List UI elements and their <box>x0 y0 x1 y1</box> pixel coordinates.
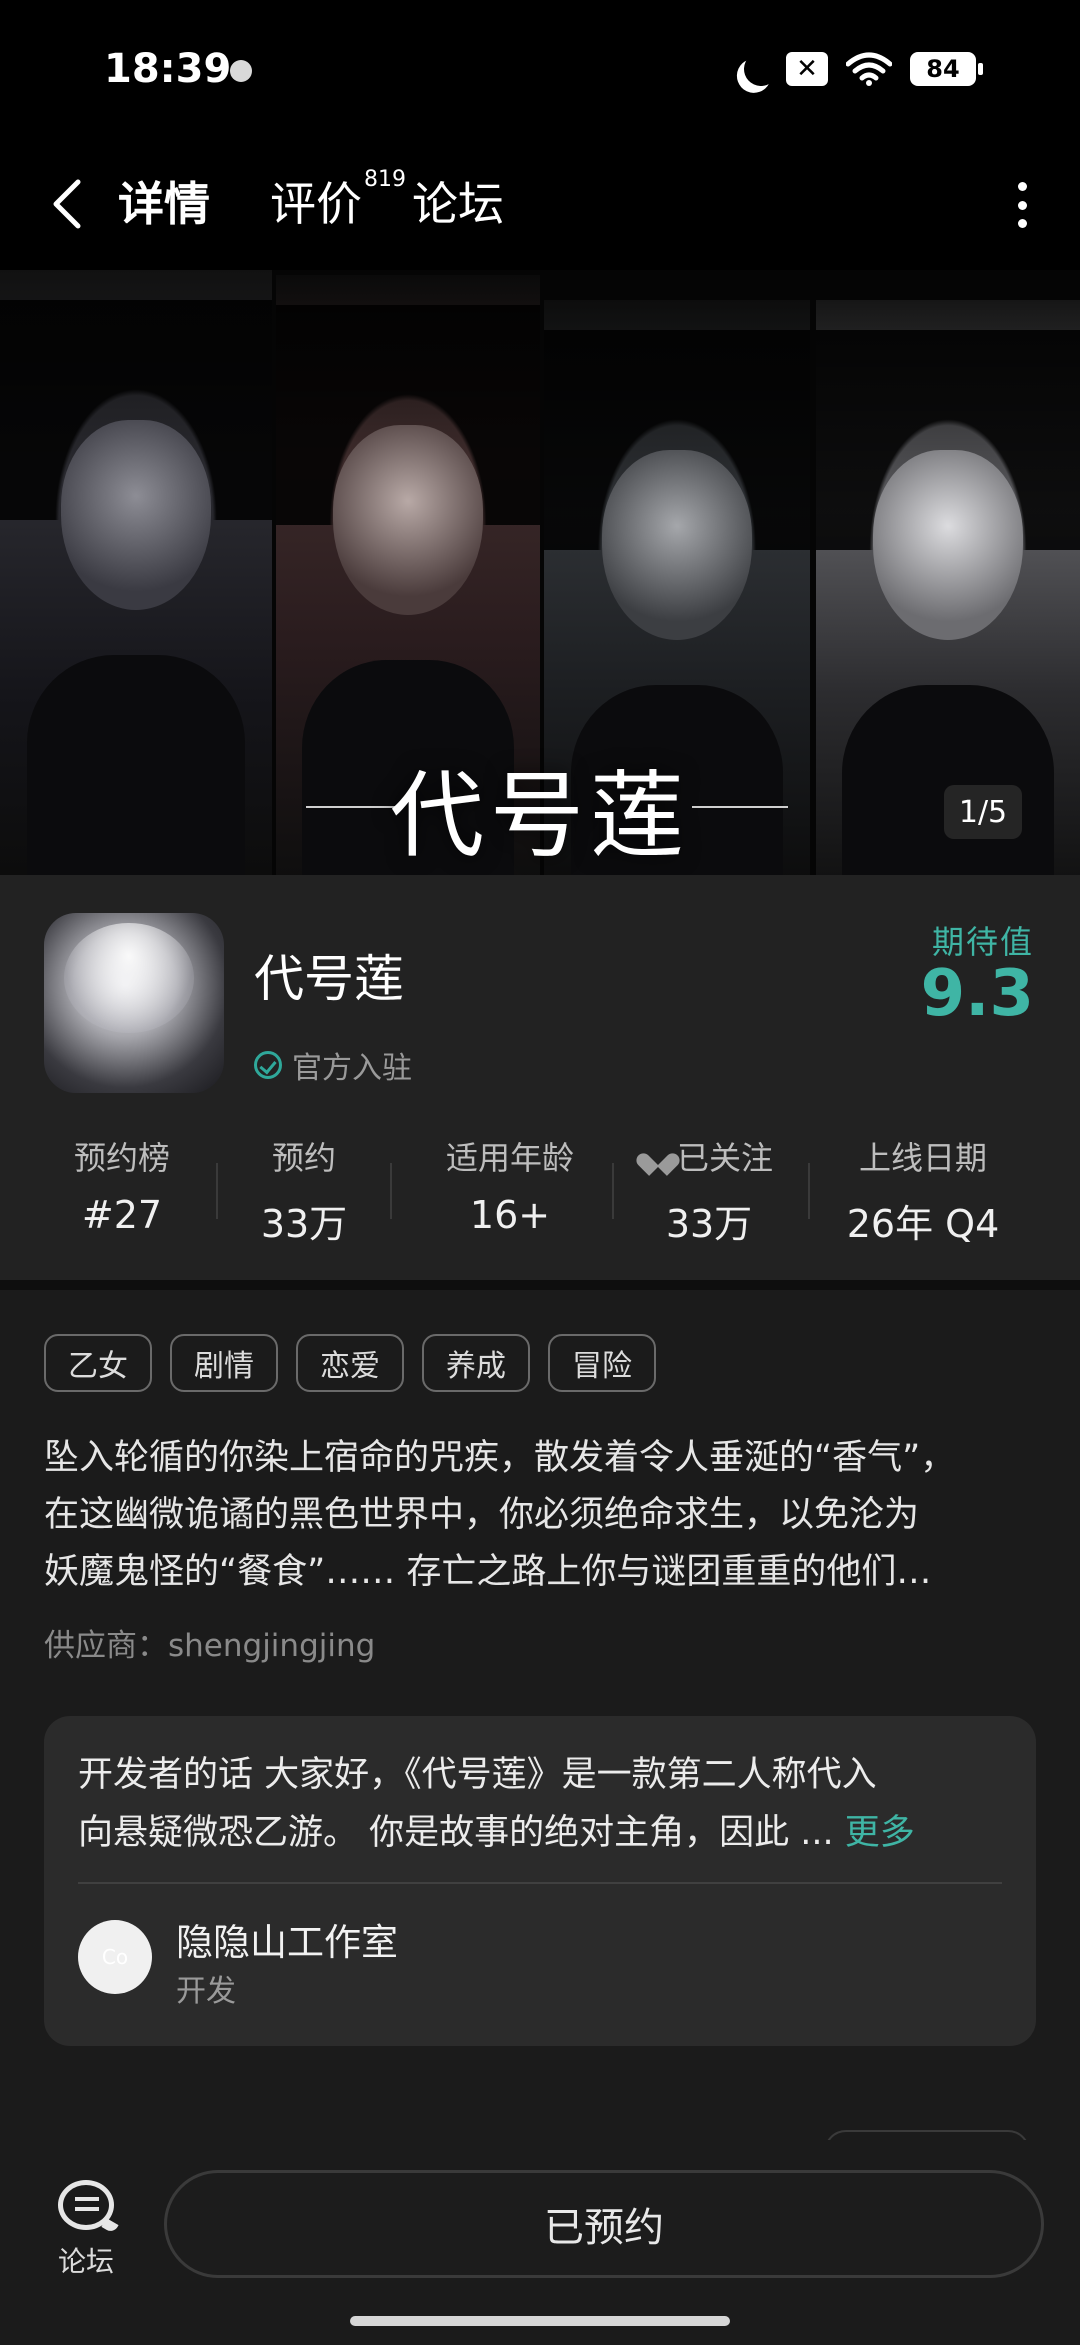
check-circle-icon <box>254 1051 282 1079</box>
tab-review-label: 评价 <box>270 177 362 231</box>
more-link[interactable]: 更多 <box>845 1813 915 1853</box>
wifi-icon <box>846 52 892 86</box>
no-sim-icon: ✕ <box>786 52 828 86</box>
developer-card[interactable]: 开发者的话 大家好，《代号莲》是一款第二人称代入 向悬疑微恐乙游。 你是故事的绝… <box>44 1716 1036 2046</box>
tab-forum-label: 论坛 <box>412 177 504 231</box>
tab-review[interactable]: 评价819 <box>270 166 406 234</box>
status-icons: ✕ 84 <box>734 52 983 86</box>
status-bar: 18:39 ✕ 84 <box>0 0 1080 140</box>
stat-divider <box>808 1163 810 1219</box>
stat-label: 适用年龄 <box>445 1139 574 1177</box>
bottom-action-bar: 论坛 已预约 <box>0 2140 1080 2345</box>
more-options-icon[interactable] <box>1016 182 1028 228</box>
official-label: 官方入驻 <box>292 1051 412 1086</box>
stat-age: 适用年龄 16+ <box>420 1133 600 1237</box>
stat-value: #27 <box>81 1193 163 1237</box>
stat-release-date: 上线日期 26年 Q4 <box>836 1133 1010 1248</box>
stat-label: 上线日期 <box>858 1139 987 1177</box>
battery-icon: 84 <box>910 52 983 86</box>
notification-icon <box>230 60 252 82</box>
expect-score: 9.3 <box>920 957 1034 1031</box>
developer-note-line: 向悬疑微恐乙游。 你是故事的绝对主角，因此 ... <box>78 1813 845 1853</box>
app-icon <box>44 913 224 1093</box>
summary-line: 在这幽微诡谲的黑色世界中，你必须绝命求生，以免沦为 <box>44 1495 920 1535</box>
stat-label: 预约 <box>271 1139 336 1177</box>
hero-title: 代号莲 <box>389 762 690 871</box>
stat-rank[interactable]: 预约榜 #27 <box>52 1133 192 1237</box>
tab-detail[interactable]: 详情 <box>118 168 210 238</box>
tag-list: 乙女 剧情 恋爱 养成 冒险 <box>44 1334 656 1392</box>
supplier-text: 供应商：shengjingjing <box>44 1628 376 1664</box>
tag-chip[interactable]: 乙女 <box>44 1334 152 1392</box>
game-summary[interactable]: 坠入轮循的你染上宿命的咒疾，散发着令人垂涎的“香气”， 在这幽微诡谲的黑色世界中… <box>44 1430 1044 1601</box>
home-indicator[interactable] <box>350 2316 730 2326</box>
heart-icon <box>645 1144 671 1168</box>
carousel-page-indicator: 1/5 <box>944 785 1022 839</box>
studio-avatar[interactable]: Co <box>78 1920 152 1994</box>
app-name: 代号莲 <box>254 950 404 1008</box>
tab-detail-label: 详情 <box>118 177 210 231</box>
stats-row: 预约榜 #27 预约 33万 适用年龄 16+ 已关注 33万 上线日期 26年… <box>0 1133 1080 1253</box>
section-divider <box>0 1280 1080 1290</box>
tag-chip[interactable]: 恋爱 <box>296 1334 404 1392</box>
stat-divider <box>612 1163 614 1219</box>
top-nav: 详情 评价819 论坛 <box>0 140 1080 270</box>
stat-value: 33万 <box>665 1202 753 1246</box>
reserved-button[interactable]: 已预约 <box>164 2170 1044 2278</box>
summary-line: 坠入轮循的你染上宿命的咒疾，散发着令人垂涎的“香气”， <box>44 1438 956 1478</box>
studio-name[interactable]: 隐隐山工作室 <box>176 1912 398 1966</box>
stat-value: 26年 Q4 <box>846 1202 1000 1246</box>
tag-chip[interactable]: 养成 <box>422 1334 530 1392</box>
studio-role: 开发 <box>176 1974 236 2009</box>
tag-chip[interactable]: 剧情 <box>170 1334 278 1392</box>
status-time: 18:39 <box>104 46 232 92</box>
card-divider <box>78 1882 1002 1884</box>
stat-label: 预约榜 <box>73 1139 170 1177</box>
official-badge: 官方入驻 <box>254 1043 412 1087</box>
stat-value: 33万 <box>260 1202 348 1246</box>
back-icon[interactable] <box>44 174 94 234</box>
forum-label[interactable]: 论坛 <box>58 2240 114 2280</box>
review-count-badge: 819 <box>364 166 406 192</box>
stat-divider <box>216 1163 218 1219</box>
developer-note-line: 开发者的话 大家好，《代号莲》是一款第二人称代入 <box>78 1755 877 1795</box>
description-section: 乙女 剧情 恋爱 养成 冒险 坠入轮循的你染上宿命的咒疾，散发着令人垂涎的“香气… <box>0 1290 1080 2180</box>
stat-divider <box>390 1163 392 1219</box>
stat-label: 已关注 <box>676 1139 773 1177</box>
stat-reservations: 预约 33万 <box>240 1133 368 1248</box>
app-info-section: 代号莲 官方入驻 期待值 9.3 预约榜 #27 预约 33万 适用年龄 16+… <box>0 875 1080 1280</box>
hero-carousel[interactable]: 代号莲 1/5 <box>0 270 1080 875</box>
stat-value: 16+ <box>469 1193 551 1237</box>
tag-chip[interactable]: 冒险 <box>548 1334 656 1392</box>
summary-line: 妖魔鬼怪的“餐食”…… 存亡之路上你与谜团重重的他们… <box>44 1552 932 1592</box>
moon-icon <box>739 47 783 91</box>
developer-note: 开发者的话 大家好，《代号莲》是一款第二人称代入 向悬疑微恐乙游。 你是故事的绝… <box>78 1746 1008 1862</box>
stat-followers[interactable]: 已关注 33万 <box>634 1133 784 1248</box>
forum-icon[interactable] <box>58 2180 114 2230</box>
tab-forum[interactable]: 论坛 <box>412 168 504 234</box>
